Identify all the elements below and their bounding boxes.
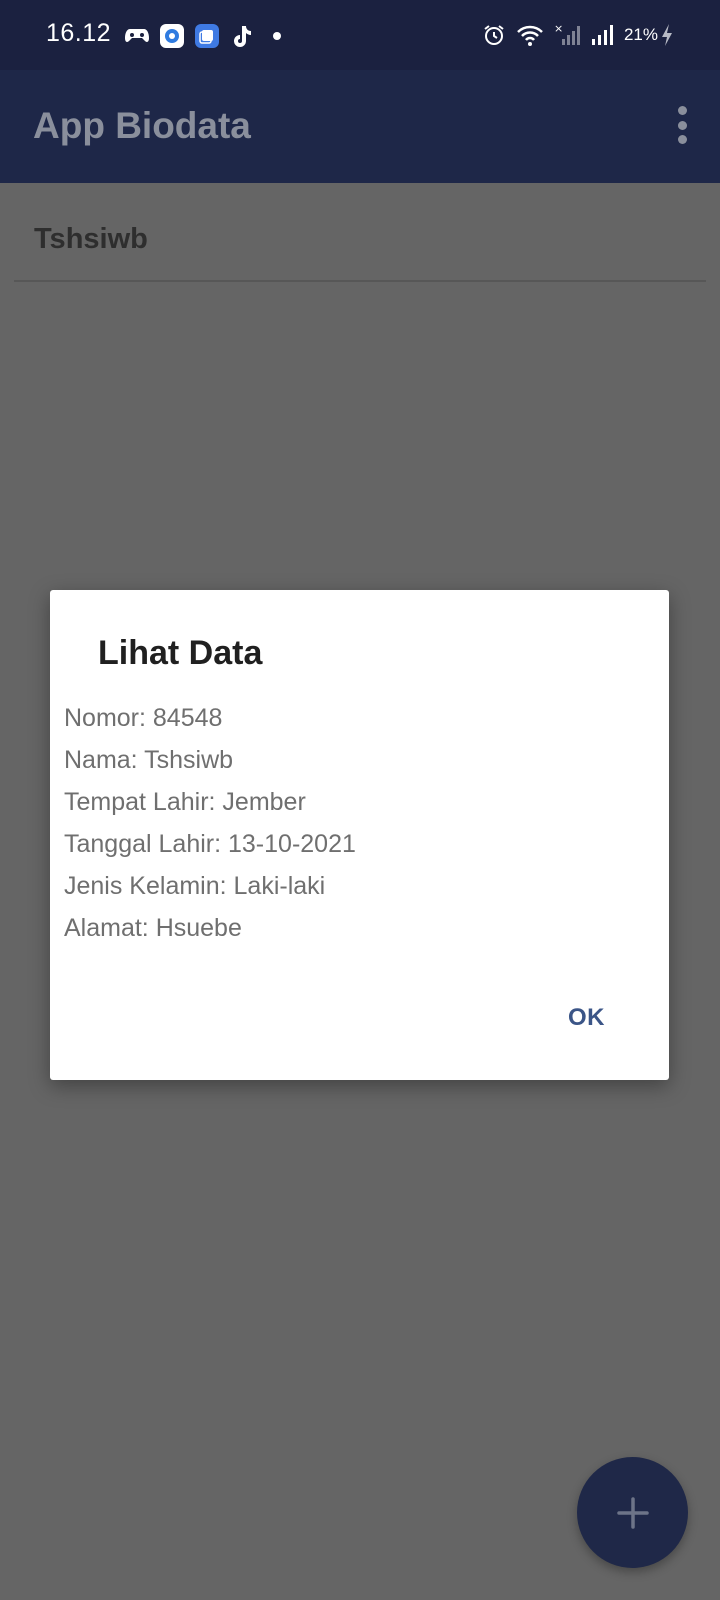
alarm-icon bbox=[482, 23, 506, 47]
status-bar: 16.12 × 21% bbox=[0, 0, 720, 70]
dialog-body: Nomor: 84548 Nama: Tshsiwb Tempat Lahir:… bbox=[64, 697, 356, 949]
copy-app-icon bbox=[194, 23, 220, 49]
sim-no-signal-icon: × bbox=[554, 23, 580, 47]
game-controller-icon bbox=[124, 23, 150, 49]
detail-birthplace: Tempat Lahir: Jember bbox=[64, 788, 306, 816]
biodata-list: Tshsiwb bbox=[14, 183, 706, 282]
more-vert-icon[interactable] bbox=[674, 106, 690, 144]
ok-button[interactable]: OK bbox=[564, 998, 609, 1038]
screen: 16.12 × 21% App Biodata Tshsiwb Lihat Da… bbox=[0, 0, 720, 1600]
cell-signal-icon bbox=[590, 23, 616, 47]
detail-name: Nama: Tshsiwb bbox=[64, 746, 234, 774]
add-button[interactable] bbox=[577, 1457, 688, 1568]
detail-address: Alamat: Hsuebe bbox=[64, 914, 242, 942]
wifi-icon bbox=[516, 24, 544, 46]
app-title: App Biodata bbox=[33, 105, 251, 146]
battery-percent: 21% bbox=[623, 25, 658, 44]
view-data-dialog: Lihat Data Nomor: 84548 Nama: Tshsiwb Te… bbox=[50, 590, 669, 1080]
svg-text:×: × bbox=[554, 23, 563, 35]
status-time: 16.12 bbox=[46, 19, 112, 47]
detail-birthdate: Tanggal Lahir: 13-10-2021 bbox=[64, 830, 356, 858]
detail-number: Nomor: 84548 bbox=[64, 704, 223, 732]
list-item-label: Tshsiwb bbox=[34, 223, 148, 255]
plus-icon bbox=[616, 1496, 649, 1529]
notification-icons bbox=[124, 22, 299, 50]
app-bar: App Biodata bbox=[0, 70, 720, 183]
dialog-title: Lihat Data bbox=[98, 634, 263, 672]
more-notifications-dot-icon bbox=[264, 23, 290, 49]
detail-gender: Jenis Kelamin: Laki-laki bbox=[64, 872, 326, 900]
tiktok-icon bbox=[229, 23, 255, 49]
system-icons: × 21% bbox=[472, 20, 674, 50]
list-item[interactable]: Tshsiwb bbox=[14, 183, 706, 282]
chrome-like-icon bbox=[159, 23, 185, 49]
charging-bolt-icon bbox=[660, 23, 674, 47]
